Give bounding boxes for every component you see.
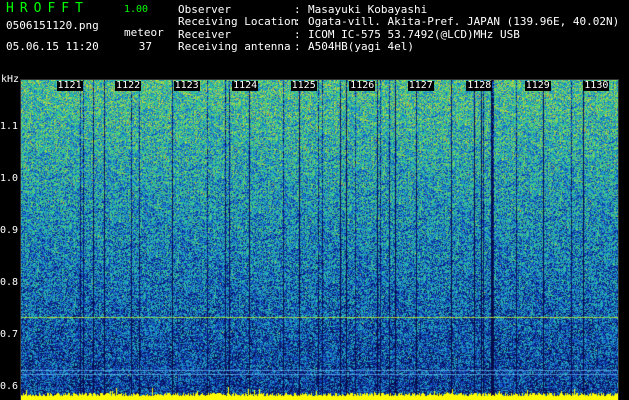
y-tick-label: 1.1: [0, 120, 19, 132]
y-axis-unit: kHz: [1, 74, 20, 85]
antenna-label: Receiving antenna: [178, 40, 291, 54]
y-tick-label: 0.8: [0, 276, 19, 288]
x-tick-label: 1127: [407, 80, 434, 91]
meteor-count: 37: [138, 40, 152, 53]
x-tick-label: 1124: [232, 80, 259, 91]
antenna-row: Receiving antenna: A504HB(yagi 4el): [178, 40, 619, 54]
x-tick-label: 1123: [173, 80, 200, 91]
app-name: HROFFT: [6, 1, 89, 16]
x-tick-label: 1128: [466, 80, 493, 91]
x-tick-label: 1130: [583, 80, 610, 91]
y-tick-label: 0.6: [0, 380, 19, 392]
y-tick-label: 1.0: [0, 172, 19, 184]
separator: :: [294, 15, 301, 29]
x-tick-label: 1122: [115, 80, 142, 91]
location-value: Ogata-vill. Akita-Pref. JAPAN (139.96E, …: [308, 15, 620, 29]
y-tick-label: 0.7: [0, 328, 19, 340]
spectrogram-canvas[interactable]: [21, 80, 618, 400]
file-name: 0506151120.png: [6, 19, 99, 32]
location-label: Receiving Location: [178, 15, 298, 29]
x-tick-label: 1125: [290, 80, 317, 91]
app-version: 1.00: [124, 4, 149, 15]
x-tick-label: 1126: [349, 80, 376, 91]
y-tick-label: 0.9: [0, 224, 19, 236]
x-tick-label: 1121: [56, 80, 83, 91]
meteor-label: meteor: [124, 26, 164, 39]
antenna-value: A504HB(yagi 4el): [308, 40, 414, 54]
location-row: Receiving Location: Ogata-vill. Akita-Pre…: [178, 15, 620, 29]
station-info: Observer: Masayuki Kobayashi Receiving Lo…: [178, 3, 620, 54]
x-tick-label: 1129: [524, 80, 551, 91]
separator: :: [294, 40, 301, 54]
capture-datetime: 05.06.15 11:20: [6, 40, 99, 53]
